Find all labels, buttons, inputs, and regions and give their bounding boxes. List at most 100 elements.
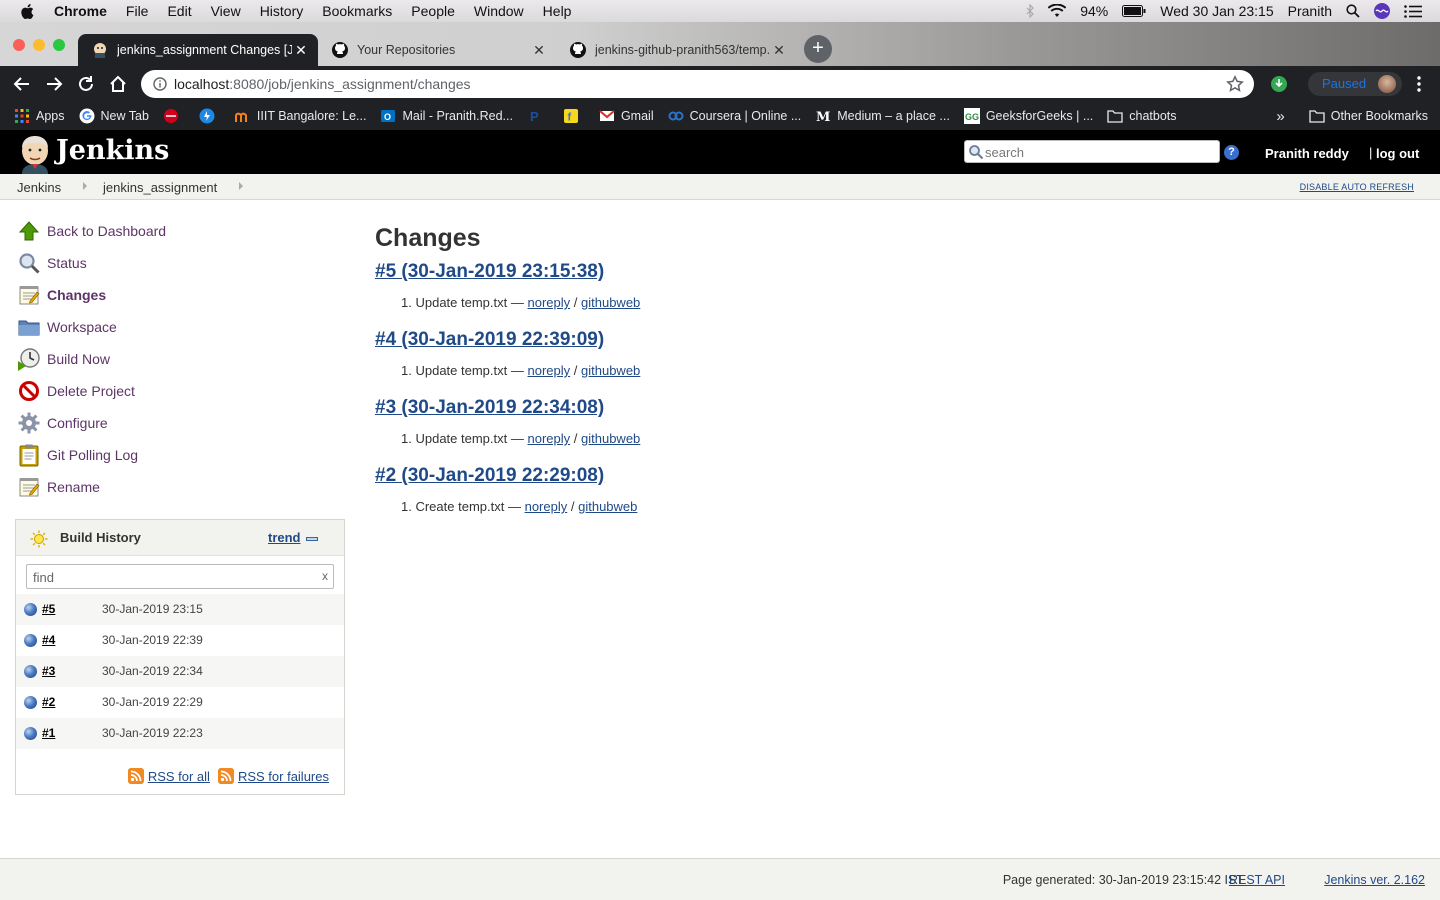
home-icon[interactable] xyxy=(107,73,129,95)
tab-your-repositories[interactable]: Your Repositories ✕ xyxy=(318,34,556,66)
build-date[interactable]: 30-Jan-2019 23:15 xyxy=(102,602,203,616)
tab-close-icon[interactable]: ✕ xyxy=(292,42,310,59)
jenkins-version-link[interactable]: Jenkins ver. 2.162 xyxy=(1324,873,1425,887)
breadcrumb-arrow-icon[interactable] xyxy=(238,182,244,190)
menu-window[interactable]: Window xyxy=(474,3,524,19)
build-link[interactable]: #5 xyxy=(42,602,55,616)
build-link[interactable]: #1 xyxy=(42,726,55,740)
wifi-icon[interactable] xyxy=(1048,4,1067,18)
menu-file[interactable]: File xyxy=(126,3,149,19)
trend-link[interactable]: trend xyxy=(268,530,301,545)
author-link[interactable]: noreply xyxy=(525,499,568,514)
githubweb-link[interactable]: githubweb xyxy=(581,363,640,378)
build-status-blue-icon[interactable] xyxy=(24,634,37,647)
window-close-button[interactable] xyxy=(13,39,25,51)
build-link[interactable]: #4 xyxy=(42,633,55,647)
build-status-blue-icon[interactable] xyxy=(24,696,37,709)
author-link[interactable]: noreply xyxy=(528,363,571,378)
bookmark-red[interactable] xyxy=(163,108,185,124)
profile-paused-button[interactable]: Paused xyxy=(1308,72,1402,96)
githubweb-link[interactable]: githubweb xyxy=(581,431,640,446)
search-input[interactable] xyxy=(985,143,1213,161)
bookmark-chatbots[interactable]: chatbots xyxy=(1107,108,1177,124)
changeset-heading-5[interactable]: #5 (30-Jan-2019 23:15:38) xyxy=(375,261,1375,285)
changeset-heading-4[interactable]: #4 (30-Jan-2019 22:39:09) xyxy=(375,329,1375,353)
bookmark-iiit-bangalore[interactable]: IIIT Bangalore: Le... xyxy=(234,108,366,124)
tab-jenkins-changes[interactable]: jenkins_assignment Changes [Jenkins] ✕ xyxy=(78,34,318,66)
new-tab-button[interactable]: + xyxy=(804,35,832,63)
author-link[interactable]: noreply xyxy=(528,431,571,446)
changeset-heading-2[interactable]: #2 (30-Jan-2019 22:29:08) xyxy=(375,465,1375,489)
bookmark-geeksforgeeks[interactable]: GG GeeksforGeeks | ... xyxy=(963,108,1093,124)
siri-icon[interactable] xyxy=(1374,3,1390,19)
menu-help[interactable]: Help xyxy=(543,3,572,19)
back-icon[interactable] xyxy=(11,73,33,95)
window-minimize-button[interactable] xyxy=(33,39,45,51)
rest-api-link[interactable]: REST API xyxy=(1229,873,1285,887)
build-status-blue-icon[interactable] xyxy=(24,727,37,740)
help-icon[interactable]: ? xyxy=(1224,145,1239,160)
bookmark-mail[interactable]: O Mail - Pranith.Red... xyxy=(380,108,513,124)
task-rename[interactable]: Rename xyxy=(16,471,346,503)
author-link[interactable]: noreply xyxy=(528,295,571,310)
build-filter-input[interactable] xyxy=(33,568,313,586)
rss-all-link[interactable]: RSS for all xyxy=(148,769,210,784)
bookmark-blue[interactable] xyxy=(199,108,221,124)
build-status-blue-icon[interactable] xyxy=(24,665,37,678)
rss-failures-link[interactable]: RSS for failures xyxy=(238,769,329,784)
breadcrumb-jenkins-assignment[interactable]: jenkins_assignment xyxy=(103,180,217,195)
build-link[interactable]: #2 xyxy=(42,695,55,709)
build-status-blue-icon[interactable] xyxy=(24,603,37,616)
changeset-heading-3[interactable]: #3 (30-Jan-2019 22:34:08) xyxy=(375,397,1375,421)
task-git-polling-log[interactable]: Git Polling Log xyxy=(16,439,346,471)
bookmark-flipkart[interactable]: f xyxy=(563,108,585,124)
chrome-menu-icon[interactable] xyxy=(1412,75,1426,93)
bookmark-gmail[interactable]: Gmail xyxy=(599,108,654,124)
tab-close-icon[interactable]: ✕ xyxy=(770,42,788,59)
menu-app-chrome[interactable]: Chrome xyxy=(54,3,107,19)
breadcrumb-arrow-icon[interactable] xyxy=(82,182,88,190)
bookmark-coursera[interactable]: Coursera | Online ... xyxy=(668,108,801,124)
window-zoom-button[interactable] xyxy=(53,39,65,51)
bookmark-star-icon[interactable] xyxy=(1226,75,1244,93)
build-date[interactable]: 30-Jan-2019 22:39 xyxy=(102,633,203,647)
disable-auto-refresh-link[interactable]: DISABLE AUTO REFRESH xyxy=(1300,182,1414,192)
jenkins-logo-icon[interactable] xyxy=(16,134,54,174)
menu-view[interactable]: View xyxy=(211,3,241,19)
task-back-to-dashboard[interactable]: Back to Dashboard xyxy=(16,215,346,247)
githubweb-link[interactable]: githubweb xyxy=(578,499,637,514)
apple-icon[interactable] xyxy=(20,3,36,20)
collapse-icon[interactable] xyxy=(306,537,318,541)
forward-icon[interactable] xyxy=(43,73,65,95)
task-delete-project[interactable]: Delete Project xyxy=(16,375,346,407)
extension-icon[interactable] xyxy=(1270,75,1288,93)
user-name[interactable]: Pranith xyxy=(1288,3,1332,19)
other-bookmarks[interactable]: Other Bookmarks xyxy=(1309,108,1428,124)
tab-close-icon[interactable]: ✕ xyxy=(530,42,548,59)
url-text[interactable]: localhost:8080/job/jenkins_assignment/ch… xyxy=(174,76,471,92)
githubweb-link[interactable]: githubweb xyxy=(581,295,640,310)
task-status[interactable]: Status xyxy=(16,247,346,279)
menu-edit[interactable]: Edit xyxy=(167,3,191,19)
bluetooth-icon[interactable] xyxy=(1026,4,1035,18)
task-configure[interactable]: Configure xyxy=(16,407,346,439)
jenkins-title[interactable]: Jenkins xyxy=(56,135,169,166)
notification-center-icon[interactable] xyxy=(1404,4,1422,18)
bookmark-paytm[interactable]: P xyxy=(527,108,549,124)
menu-bookmarks[interactable]: Bookmarks xyxy=(322,3,392,19)
menu-people[interactable]: People xyxy=(411,3,455,19)
logout-link[interactable]: log out xyxy=(1376,146,1419,161)
spotlight-icon[interactable] xyxy=(1346,4,1360,18)
build-date[interactable]: 30-Jan-2019 22:29 xyxy=(102,695,203,709)
address-bar[interactable]: localhost:8080/job/jenkins_assignment/ch… xyxy=(141,70,1254,98)
build-link[interactable]: #3 xyxy=(42,664,55,678)
clear-filter-button[interactable]: x xyxy=(322,569,328,583)
reload-icon[interactable] xyxy=(75,73,97,95)
bookmark-new-tab[interactable]: New Tab xyxy=(79,108,149,124)
battery-icon[interactable] xyxy=(1122,5,1146,17)
bookmark-medium[interactable]: M Medium – a place ... xyxy=(815,108,950,124)
task-workspace[interactable]: Workspace xyxy=(16,311,346,343)
user-link[interactable]: Pranith reddy xyxy=(1265,146,1349,161)
breadcrumb-jenkins[interactable]: Jenkins xyxy=(17,180,61,195)
bookmark-apps[interactable]: Apps xyxy=(14,108,65,124)
